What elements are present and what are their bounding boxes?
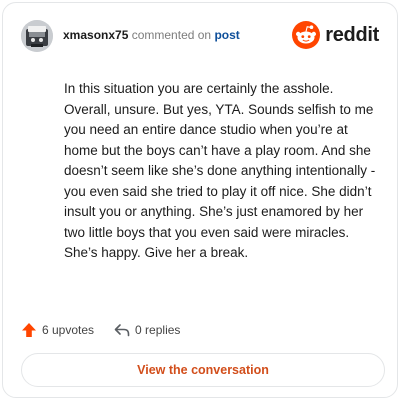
reply-arrow-icon: [114, 324, 130, 337]
user-avatar[interactable]: [21, 20, 53, 52]
username[interactable]: xmasonx75: [63, 28, 128, 42]
reddit-wordmark: reddit: [325, 23, 379, 46]
comment-actions: 6 upvotes 0 replies: [21, 320, 200, 340]
reply-button[interactable]: 0 replies: [114, 323, 180, 337]
comment-meta: xmasonx75 commented on post: [63, 28, 240, 42]
upvote-button[interactable]: 6 upvotes: [21, 322, 94, 338]
reddit-logo[interactable]: reddit: [292, 20, 379, 50]
view-conversation-button[interactable]: View the conversation: [21, 353, 385, 387]
comment-header: xmasonx75 commented on post reddit: [21, 20, 379, 56]
reply-count: 0 replies: [135, 323, 181, 337]
comment-text: In this situation you are certainly the …: [64, 81, 376, 260]
upvote-count: 6 upvotes: [42, 323, 95, 337]
reddit-snoo-icon: [292, 21, 321, 49]
post-link[interactable]: post: [214, 28, 239, 42]
upvote-arrow-icon: [22, 323, 36, 337]
commented-on-label: commented on: [131, 28, 212, 42]
comment-card: xmasonx75 commented on post reddit In th…: [2, 2, 398, 398]
avatar-image-icon: [21, 20, 53, 52]
